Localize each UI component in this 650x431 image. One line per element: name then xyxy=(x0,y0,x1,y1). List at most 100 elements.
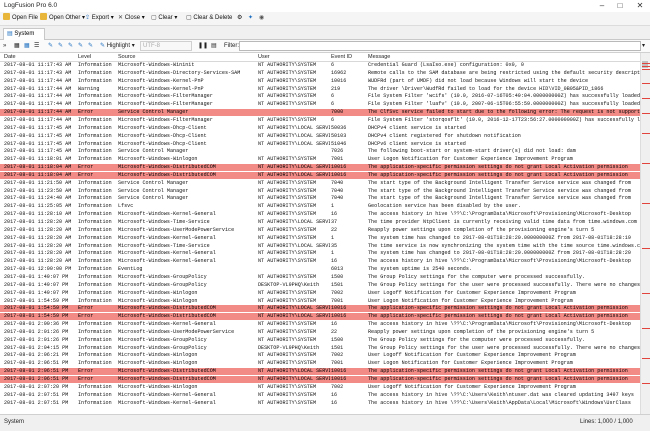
cell-message: The Group Policy settings for the user w… xyxy=(368,344,640,351)
table-row[interactable]: 2017-08-01 2:00:36 PM Information Microsof… xyxy=(0,321,640,328)
table-row[interactable]: 2017-08-01 2:06:21 PM Information Microsof… xyxy=(0,352,640,359)
table-row[interactable]: 2017-08-01 2:06:51 PM Information Microsof… xyxy=(0,360,640,367)
table-row[interactable]: 2017-08-01 11:17:43 AM Information Microso… xyxy=(0,70,640,77)
pin-icon[interactable]: ✦ xyxy=(248,13,253,24)
table-row[interactable]: 2017-08-01 11:21:50 AM Information Service… xyxy=(0,180,640,187)
table-row[interactable]: 2017-08-01 1:54:59 PM Error Microsoft-Wind… xyxy=(0,313,640,321)
table-row[interactable]: 2017-08-01 11:28:20 AM Information Microso… xyxy=(0,243,640,250)
table-row[interactable]: 2017-08-01 11:17:45 AM Information Microso… xyxy=(0,141,640,148)
table-row[interactable]: 2017-08-01 11:17:44 AM Information Microso… xyxy=(0,78,640,85)
collapse-icon[interactable]: » xyxy=(3,41,6,51)
cell-date: 2017-08-01 11:17:44 AM xyxy=(4,93,72,100)
table-row[interactable]: 2017-08-01 11:17:44 AM Error Service Contr… xyxy=(0,109,640,117)
columns-icon[interactable]: ▦ xyxy=(14,41,20,51)
minimize-icon[interactable]: – xyxy=(594,0,610,12)
cell-event-id: 35 xyxy=(331,242,338,249)
header-user[interactable]: User xyxy=(258,54,270,60)
vertical-scrollbar[interactable] xyxy=(640,53,650,414)
cell-user: NT AUTHORITY\LOCAL SERVICE xyxy=(258,242,330,249)
table-row[interactable]: 2017-08-01 2:01:26 PM Information Microsof… xyxy=(0,329,640,336)
table-row[interactable]: 2017-08-01 11:17:44 AM Warning Microsoft-W… xyxy=(0,86,640,93)
cell-message: Remote calls to the SAM database are bei… xyxy=(368,69,640,76)
clear-button[interactable]: ▢ Clear ▾ xyxy=(151,13,177,24)
encoding-select[interactable]: UTF-8 xyxy=(140,41,192,51)
table-row[interactable]: 2017-08-01 2:04:15 PM Information Microsof… xyxy=(0,345,640,352)
table-row[interactable]: 2017-08-01 11:23:50 AM Information Service… xyxy=(0,188,640,195)
table-row[interactable]: 2017-08-01 11:24:40 AM Information Service… xyxy=(0,195,640,202)
close-button[interactable]: ✕ Close ▾ xyxy=(118,13,145,24)
filter-dropdown-icon[interactable]: ▾ xyxy=(642,41,645,51)
cell-level: Error xyxy=(78,164,94,171)
open-other-button[interactable]: Open Other ▾ xyxy=(40,13,85,24)
help-icon[interactable]: ◉ xyxy=(259,13,264,24)
table-row[interactable]: 2017-08-01 11:28:20 AM Information Microso… xyxy=(0,219,640,226)
open-file-button[interactable]: Open File xyxy=(3,13,38,24)
cell-message: DHCPv4 client registered for shutdown no… xyxy=(368,132,521,139)
cell-user: NT AUTHORITY\SYSTEM xyxy=(258,101,317,108)
table-row[interactable]: 2017-08-01 2:07:20 PM Information Microsof… xyxy=(0,384,640,391)
cell-source: Microsoft-Windows-Kernel-General xyxy=(118,234,216,241)
cell-event-id: 37 xyxy=(331,219,338,225)
table-row[interactable]: 2017-08-01 1:49:07 PM Information Microsof… xyxy=(0,274,640,281)
table-row[interactable]: 2017-08-01 2:01:26 PM Information Microsof… xyxy=(0,337,640,344)
table-row[interactable]: 2017-08-01 11:18:04 AM Error Microsoft-Win… xyxy=(0,171,640,179)
tab-system[interactable]: ▤ System xyxy=(3,28,45,40)
cell-message: The ClfSvc service failed to start due t… xyxy=(368,109,640,116)
edit-icon[interactable]: ✎ xyxy=(78,41,83,51)
export-button[interactable]: ⇪ Export ▾ xyxy=(85,13,114,24)
grid-view-icon[interactable]: ▦ xyxy=(24,41,30,51)
table-row[interactable]: 2017-08-01 11:17:44 AM Information Microso… xyxy=(0,117,640,124)
edit-icon[interactable]: ✎ xyxy=(48,41,53,51)
table-row[interactable]: 2017-08-01 12:00:00 PM Information EventLo… xyxy=(0,266,640,273)
table-row[interactable]: 2017-08-01 11:28:20 AM Information Microso… xyxy=(0,235,640,242)
table-row[interactable]: 2017-08-01 2:07:51 PM Information Microsof… xyxy=(0,392,640,399)
table-row[interactable]: 2017-08-01 11:18:01 AM Information Microso… xyxy=(0,156,640,163)
pause-icon[interactable]: ❚❚ xyxy=(198,41,208,51)
filter-input[interactable] xyxy=(239,41,641,51)
table-row[interactable]: 2017-08-01 11:17:44 AM Information Microso… xyxy=(0,101,640,108)
header-date[interactable]: Date xyxy=(4,54,16,60)
cell-source: Microsoft-Windows-Kernel-General xyxy=(118,399,216,406)
header-level[interactable]: Level xyxy=(78,54,91,60)
table-row[interactable]: 2017-08-01 1:49:07 PM Information Microsof… xyxy=(0,290,640,297)
table-row[interactable]: 2017-08-01 1:54:59 PM Error Microsoft-Wind… xyxy=(0,305,640,313)
table-row[interactable]: 2017-08-01 1:49:07 PM Information Microsof… xyxy=(0,282,640,289)
clear-delete-button[interactable]: ▢ Clear & Delete xyxy=(186,13,232,24)
cell-level: Information xyxy=(78,297,112,304)
table-row[interactable]: 2017-08-01 2:07:51 PM Information Microsof… xyxy=(0,400,640,407)
settings-icon[interactable]: ⚙ xyxy=(237,13,242,24)
table-row[interactable]: 2017-08-01 1:54:59 PM Information Microsof… xyxy=(0,298,640,305)
edit-icon[interactable]: ✎ xyxy=(58,41,63,51)
edit-icon[interactable]: ✎ xyxy=(68,41,73,51)
cell-level: Information xyxy=(78,321,112,328)
cell-date: 2017-08-01 12:00:00 PM xyxy=(4,266,72,273)
wrap-icon[interactable]: ▤ xyxy=(211,41,217,51)
header-event-id[interactable]: Event ID xyxy=(331,54,352,60)
table-row[interactable]: 2017-08-01 11:17:45 AM Information Microso… xyxy=(0,125,640,132)
highlight-button[interactable]: ✎ Highlight ▾ xyxy=(100,41,135,51)
cell-source: Microsoft-Windows-GroupPolicy xyxy=(118,344,207,351)
edit-icon[interactable]: ✎ xyxy=(88,41,93,51)
table-row[interactable]: 2017-08-01 11:18:04 AM Error Microsoft-Win… xyxy=(0,164,640,172)
table-row[interactable]: 2017-08-01 11:28:10 AM Information Microso… xyxy=(0,211,640,218)
cell-event-id: 1 xyxy=(331,250,335,257)
table-row[interactable]: 2017-08-01 2:06:51 PM Error Microsoft-Wind… xyxy=(0,376,640,383)
cell-message: The Group Policy settings for the comput… xyxy=(368,273,586,280)
maximize-icon[interactable]: □ xyxy=(612,0,628,12)
table-row[interactable]: 2017-08-01 11:28:20 AM Information Microso… xyxy=(0,258,640,265)
header-message[interactable]: Message xyxy=(368,54,390,60)
table-row[interactable]: 2017-08-01 11:17:45 AM Information Microso… xyxy=(0,133,640,140)
table-row[interactable]: 2017-08-01 11:28:20 AM Information Microso… xyxy=(0,250,640,257)
close-icon: ✕ xyxy=(118,15,124,21)
table-row[interactable]: 2017-08-01 11:28:20 AM Information Microso… xyxy=(0,227,640,234)
close-window-icon[interactable]: ✕ xyxy=(632,0,648,12)
table-row[interactable]: 2017-08-01 11:17:44 AM Information Microso… xyxy=(0,93,640,100)
cell-user: NT AUTHORITY\LOCAL SERVICE xyxy=(258,305,330,312)
cell-user: NT AUTHORITY\SYSTEM xyxy=(258,328,317,335)
table-row[interactable]: 2017-08-01 11:17:45 AM Information Service… xyxy=(0,148,640,155)
header-source[interactable]: Source xyxy=(118,54,135,60)
list-view-icon[interactable]: ☰ xyxy=(34,41,39,51)
table-row[interactable]: 2017-08-01 11:17:43 AM Information Microso… xyxy=(0,62,640,69)
table-row[interactable]: 2017-08-01 2:06:51 PM Error Microsoft-Wind… xyxy=(0,368,640,376)
table-row[interactable]: 2017-08-01 11:25:05 AM Information Lfsvc NT… xyxy=(0,203,640,210)
